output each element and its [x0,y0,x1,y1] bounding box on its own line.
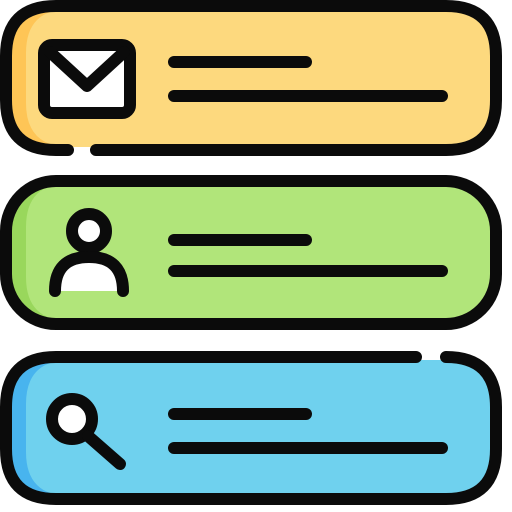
user-body [49,251,129,297]
search-row [0,351,502,505]
mail-row [0,0,502,156]
contact-list-illustration [0,0,512,512]
user-head [66,208,112,254]
illustration-canvas [0,0,502,505]
envelope-icon [38,39,136,119]
profile-row [0,175,502,330]
